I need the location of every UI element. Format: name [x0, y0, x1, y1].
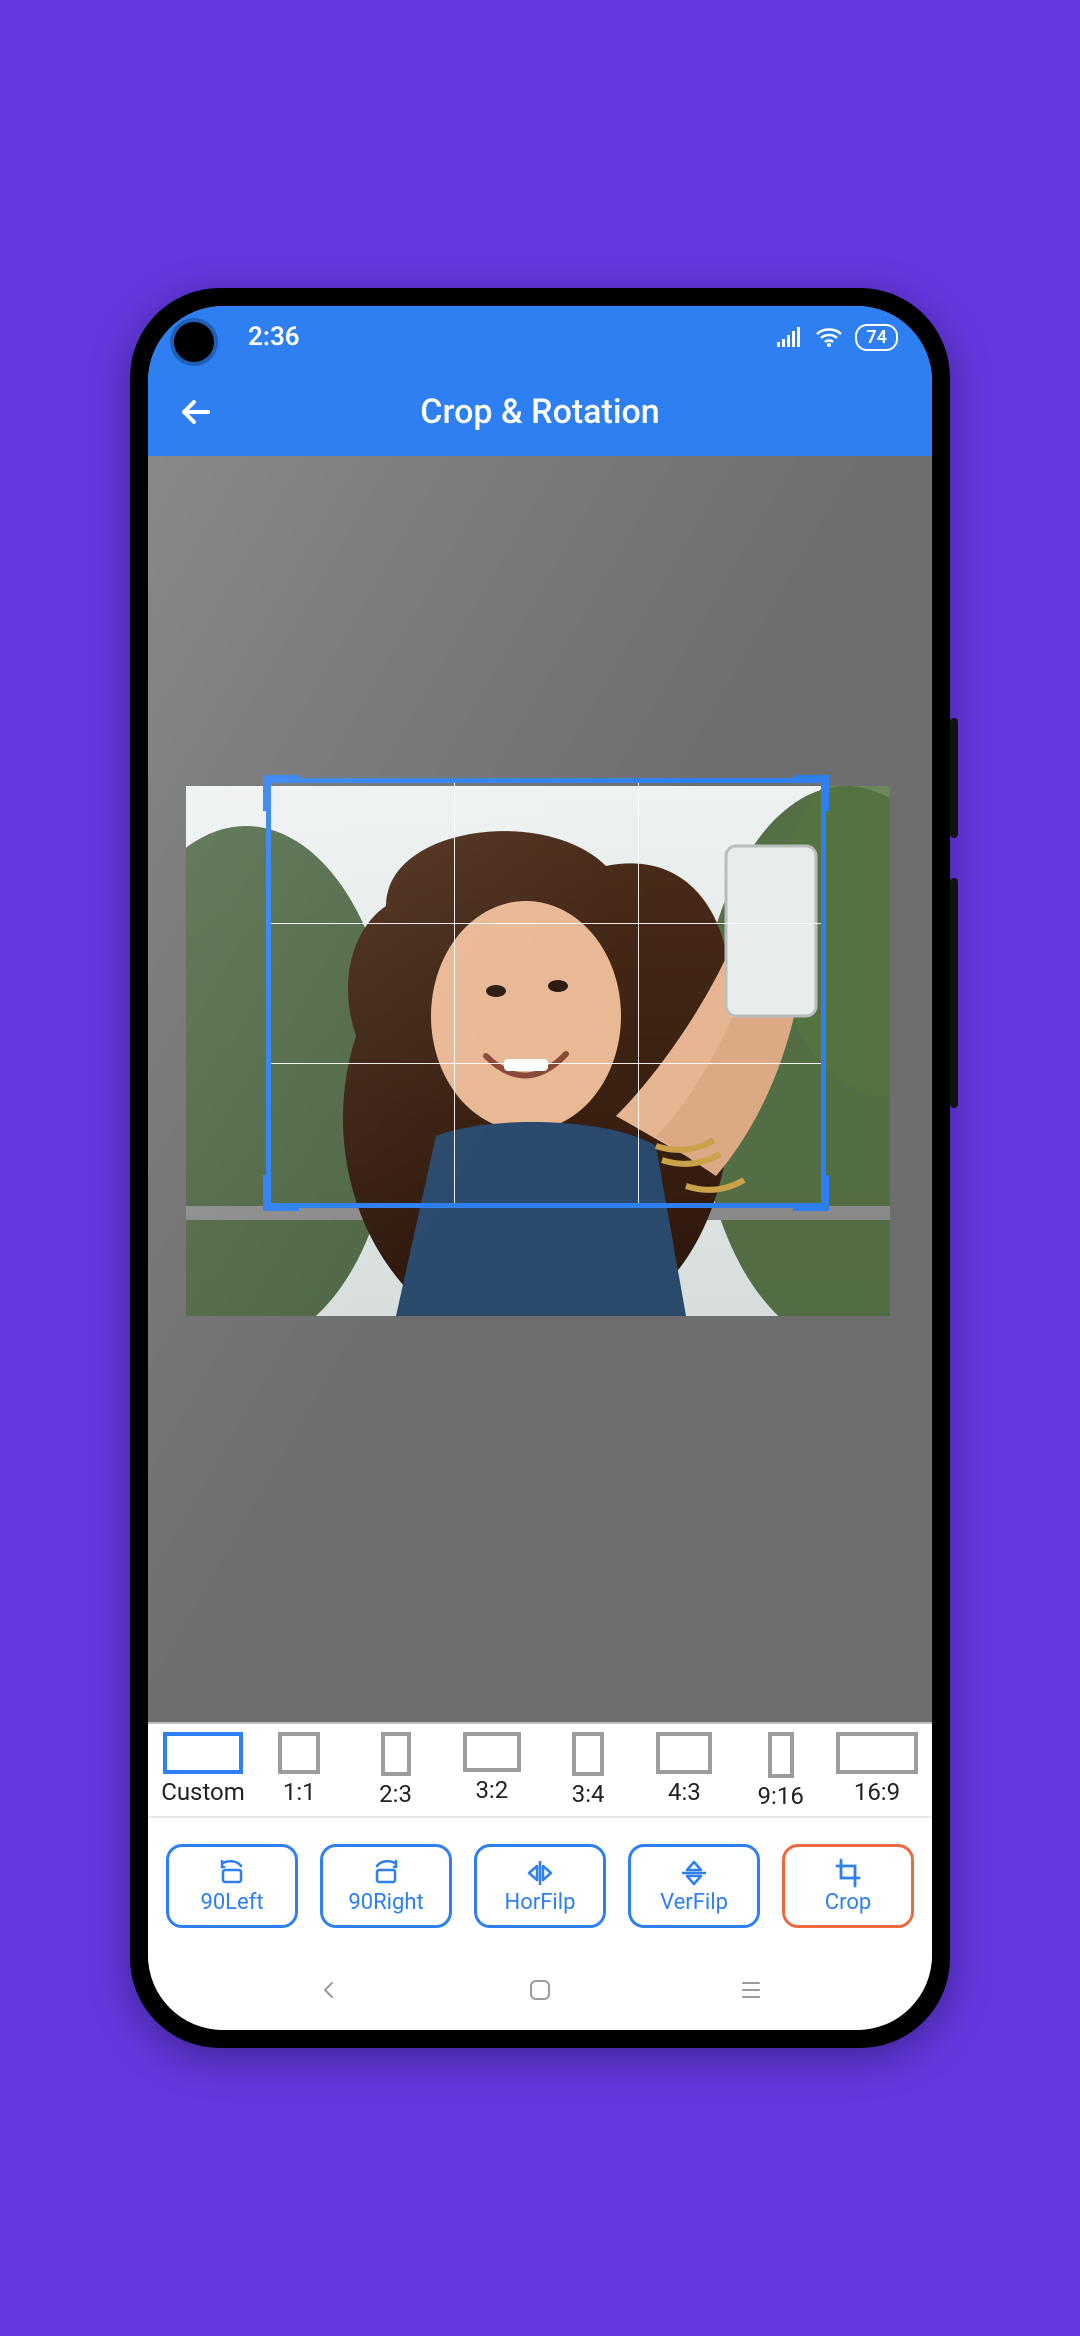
action-label: 90Left: [200, 1890, 263, 1915]
status-time: 2:36: [248, 322, 777, 352]
aspect-ratio-preview: [768, 1732, 794, 1778]
aspect-ratio-label: 2:3: [379, 1780, 412, 1808]
aspect-ratio-preview: [836, 1732, 918, 1774]
aspect-ratio-preview: [463, 1732, 521, 1772]
crop-grid-line: [638, 783, 639, 1203]
crop-grid-line: [271, 923, 821, 924]
aspect-ratio-preview: [572, 1732, 604, 1776]
aspect-ratio-option[interactable]: 3:4: [541, 1732, 635, 1810]
nav-home[interactable]: [510, 1977, 570, 2003]
aspect-ratio-preview: [278, 1732, 320, 1774]
status-icons: 74: [777, 324, 898, 351]
action-label: 90Right: [348, 1890, 423, 1915]
phone-frame: 2:36 74 Crop & Rotation: [130, 288, 950, 2048]
vertical-flip-button[interactable]: VerFilp: [628, 1844, 760, 1928]
aspect-ratio-option[interactable]: 4:3: [637, 1732, 731, 1810]
aspect-ratio-label: 4:3: [668, 1778, 701, 1806]
battery-level: 74: [855, 324, 898, 351]
flip-vertical-icon: [679, 1858, 709, 1888]
horizontal-flip-button[interactable]: HorFilp: [474, 1844, 606, 1928]
app-bar: Crop & Rotation: [148, 368, 932, 456]
aspect-ratio-option[interactable]: 3:2: [445, 1732, 539, 1810]
crop-grid-line: [454, 783, 455, 1203]
aspect-ratio-strip: Custom 1:1 2:3 3:2 3:4 4:3 9:16 16:9: [148, 1722, 932, 1818]
crop-handle-tr[interactable]: [793, 775, 829, 811]
status-bar: 2:36 74: [148, 306, 932, 368]
nav-back-icon: [317, 1978, 341, 2002]
aspect-ratio-label: 1:1: [283, 1778, 316, 1806]
crop-handle-tl[interactable]: [263, 775, 299, 811]
aspect-ratio-label: 16:9: [854, 1778, 900, 1806]
nav-recent[interactable]: [721, 1979, 781, 2001]
aspect-ratio-label: 3:4: [572, 1780, 605, 1808]
aspect-ratio-preview: [163, 1732, 243, 1774]
page-title: Crop & Rotation: [148, 392, 932, 432]
aspect-ratio-option[interactable]: 2:3: [349, 1732, 443, 1810]
rotate-left-icon: [217, 1858, 247, 1888]
camera-hole: [174, 322, 214, 362]
action-label: HorFilp: [505, 1890, 576, 1915]
flip-horizontal-icon: [525, 1858, 555, 1888]
nav-recent-icon: [738, 1979, 764, 2001]
crop-handle-bl[interactable]: [263, 1175, 299, 1211]
aspect-ratio-preview: [656, 1732, 712, 1774]
action-buttons: 90Left 90Right HorFilp VerFilp Crop: [148, 1818, 932, 1950]
nav-home-icon: [527, 1977, 553, 2003]
crop-button[interactable]: Crop: [782, 1844, 914, 1928]
wifi-icon: [815, 327, 843, 347]
rotate-right-icon: [371, 1858, 401, 1888]
rotate-left-button[interactable]: 90Left: [166, 1844, 298, 1928]
crop-icon: [833, 1858, 863, 1888]
aspect-ratio-option[interactable]: 1:1: [252, 1732, 346, 1810]
cell-signal-icon: [777, 327, 803, 347]
action-label: VerFilp: [660, 1890, 728, 1915]
aspect-ratio-label: 9:16: [758, 1782, 804, 1810]
editor-canvas[interactable]: [148, 456, 932, 1722]
action-label: Crop: [825, 1890, 871, 1915]
aspect-ratio-label: 3:2: [475, 1776, 508, 1804]
crop-handle-br[interactable]: [793, 1175, 829, 1211]
photo-container: [186, 786, 890, 1316]
arrow-left-icon: [176, 392, 216, 432]
system-nav-bar: [148, 1950, 932, 2030]
aspect-ratio-option[interactable]: 9:16: [734, 1732, 828, 1810]
nav-back[interactable]: [299, 1978, 359, 2002]
aspect-ratio-option[interactable]: Custom: [156, 1732, 250, 1810]
aspect-ratio-preview: [381, 1732, 411, 1776]
aspect-ratio-label: Custom: [161, 1778, 245, 1806]
rotate-right-button[interactable]: 90Right: [320, 1844, 452, 1928]
screen: 2:36 74 Crop & Rotation: [148, 306, 932, 2030]
aspect-ratio-option[interactable]: 16:9: [830, 1732, 924, 1810]
crop-grid-line: [271, 1063, 821, 1064]
crop-frame[interactable]: [266, 778, 826, 1208]
back-button[interactable]: [172, 388, 220, 436]
